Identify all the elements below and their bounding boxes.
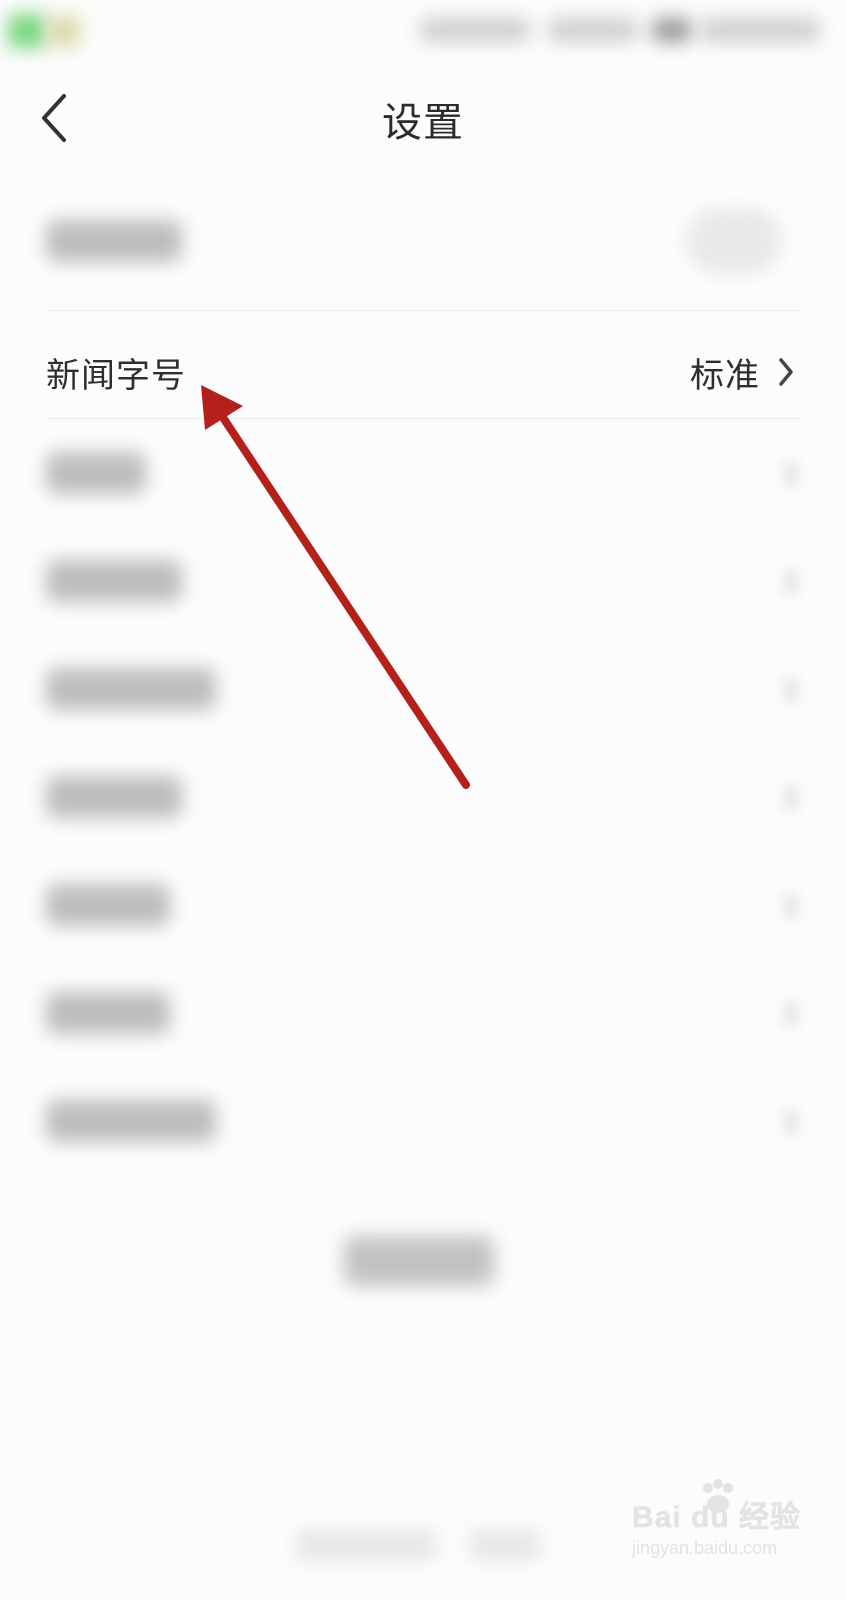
watermark: Bai du 经验 jingyan.baidu.com xyxy=(632,1479,802,1576)
settings-row-blurred[interactable] xyxy=(46,634,800,742)
row-label-blurred xyxy=(46,1100,216,1142)
news-font-size-label: 新闻字号 xyxy=(46,356,186,396)
row-label-blurred xyxy=(46,776,182,818)
watermark-brand: Bai du 经验 xyxy=(632,1501,802,1534)
chevron-right-icon xyxy=(784,462,798,486)
settings-row-blurred[interactable] xyxy=(46,958,800,1066)
row-label-blurred xyxy=(46,452,146,494)
row-label-blurred xyxy=(46,560,182,602)
news-font-size-value: 标准 xyxy=(690,356,760,396)
settings-row-blurred[interactable] xyxy=(46,742,800,850)
page-title: 设置 xyxy=(382,100,464,146)
row-label-blurred xyxy=(46,992,170,1034)
divider xyxy=(46,310,800,311)
bottom-action-button[interactable] xyxy=(344,1236,494,1286)
settings-row-blurred[interactable] xyxy=(46,1066,800,1174)
chevron-right-icon xyxy=(779,358,793,386)
settings-row-blurred[interactable] xyxy=(46,850,800,958)
status-icons xyxy=(420,18,530,42)
news-font-size-row[interactable]: 新闻字号 标准 xyxy=(46,318,800,426)
status-bar xyxy=(0,0,846,62)
bottom-link[interactable] xyxy=(470,1530,540,1560)
settings-row-blurred[interactable] xyxy=(46,418,800,526)
watermark-url: jingyan.baidu.com xyxy=(632,1538,778,1558)
bottom-link[interactable] xyxy=(296,1530,436,1560)
row-label-blurred xyxy=(46,668,216,710)
settings-row-blurred[interactable] xyxy=(46,186,800,294)
chevron-right-icon xyxy=(784,894,798,918)
status-indicator xyxy=(48,16,80,46)
row-label-blurred xyxy=(46,884,170,926)
settings-screen: 设置 新闻字号 标准 Bai du 经验 jingyan.baidu.com xyxy=(0,0,846,1600)
chevron-right-icon xyxy=(784,678,798,702)
app-header: 设置 xyxy=(0,62,846,172)
settings-row-blurred[interactable] xyxy=(46,526,800,634)
chevron-right-icon xyxy=(784,570,798,594)
status-icons xyxy=(548,18,638,42)
toggle-switch[interactable] xyxy=(686,208,782,274)
battery-icon xyxy=(652,18,692,42)
chevron-right-icon xyxy=(784,1002,798,1026)
row-label-blurred xyxy=(46,220,182,262)
chevron-right-icon xyxy=(784,1110,798,1134)
status-time xyxy=(700,18,820,42)
chevron-right-icon xyxy=(784,786,798,810)
status-indicator xyxy=(8,14,46,48)
